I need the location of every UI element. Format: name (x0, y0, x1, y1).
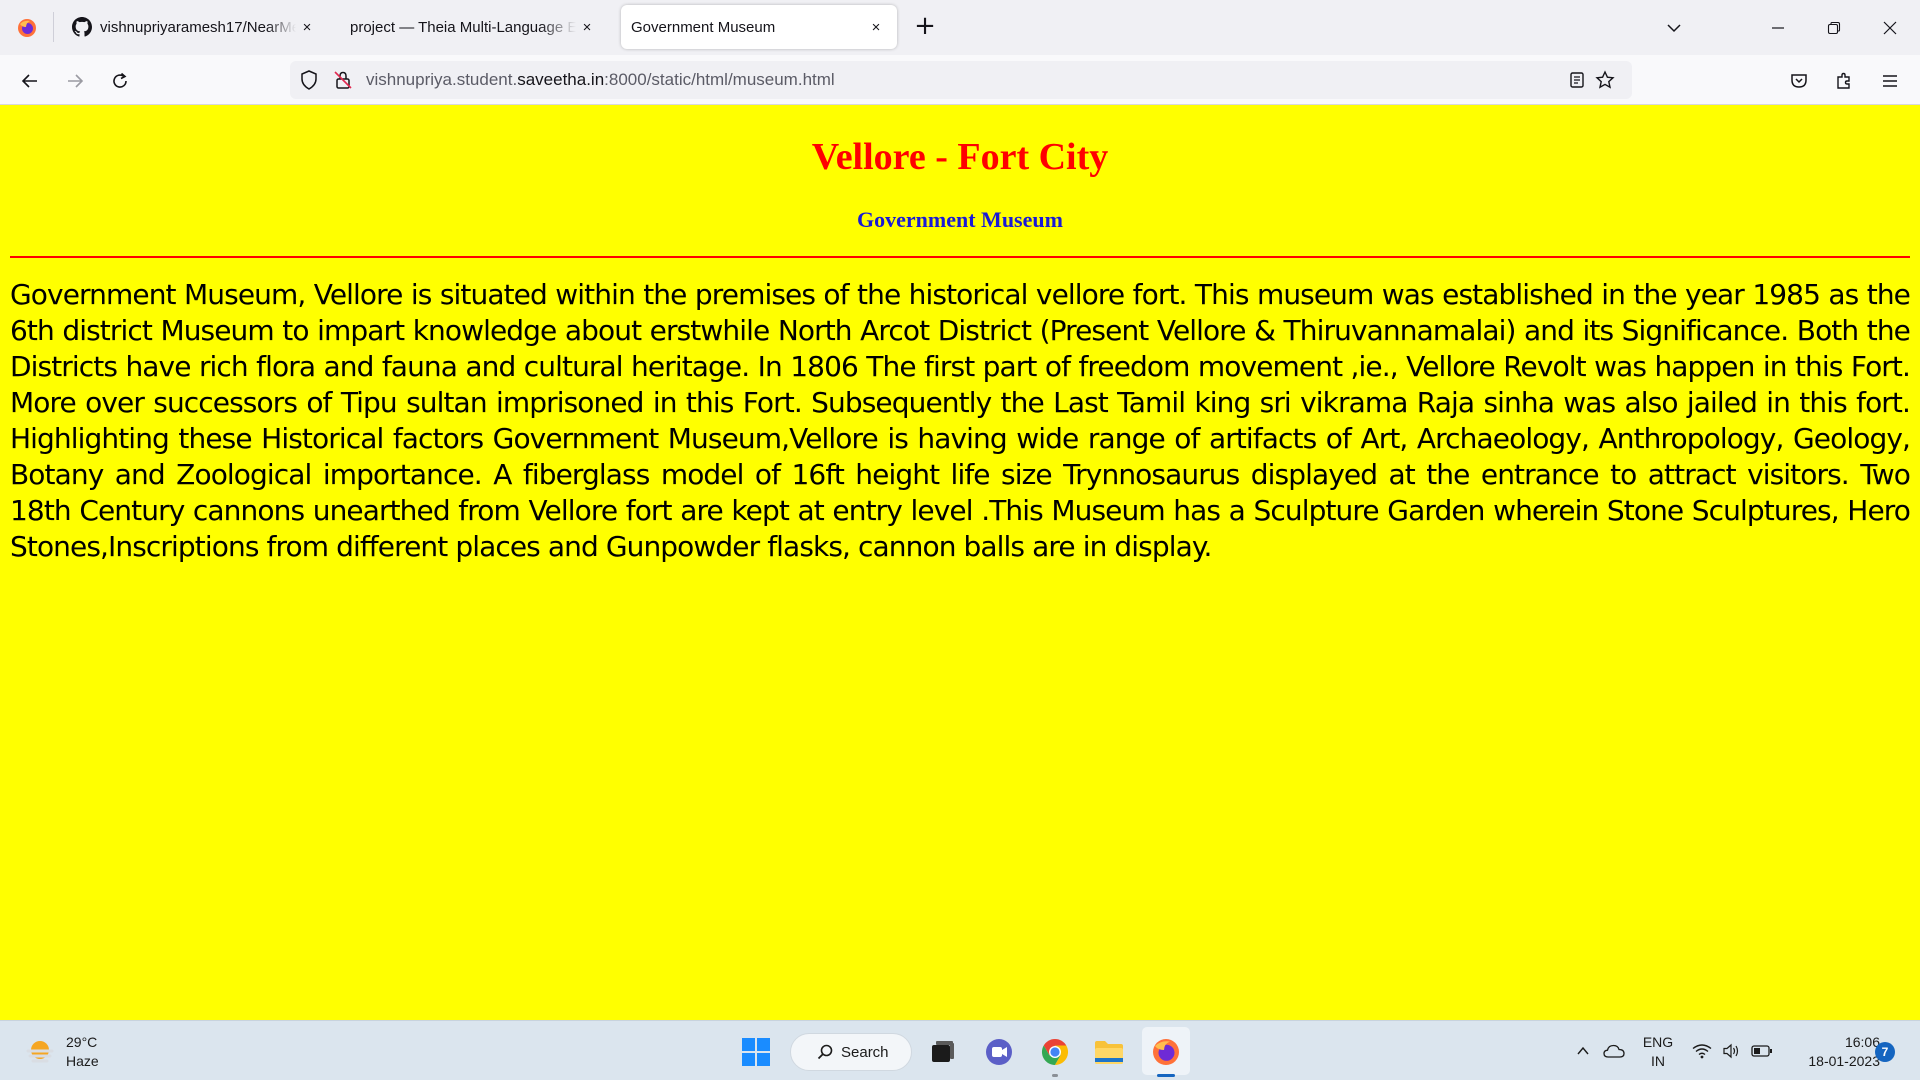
wifi-icon (1692, 1044, 1712, 1059)
horizontal-rule (10, 256, 1910, 258)
folder-icon (1095, 1041, 1123, 1064)
language-code: ENG (1642, 1034, 1674, 1050)
tab-title: vishnupriyaramesh17/NearMe (100, 18, 296, 36)
url-domain: saveetha.in (517, 70, 605, 89)
weather-temperature: 29°C (66, 1034, 98, 1050)
minimize-button[interactable] (1750, 0, 1806, 55)
start-button[interactable] (736, 1032, 776, 1072)
url-prefix: vishnupriya.student. (366, 70, 518, 89)
tracking-protection-shield-icon[interactable] (298, 69, 320, 91)
pocket-button[interactable] (1783, 65, 1815, 97)
onedrive-button[interactable] (1600, 1021, 1628, 1080)
region-code: IN (1651, 1053, 1665, 1069)
restore-button[interactable] (1806, 0, 1862, 55)
hamburger-menu-icon (1883, 75, 1897, 87)
taskbar-search-box[interactable]: Search (790, 1033, 912, 1071)
firefox-active-indicator (1157, 1074, 1175, 1077)
clock-date: 18-01-2023 (1808, 1053, 1880, 1069)
insecure-lock-icon[interactable] (332, 69, 354, 91)
task-view-button[interactable] (922, 1032, 962, 1072)
taskbar-clock[interactable]: 16:06 18-01-2023 (1780, 1033, 1880, 1071)
close-icon (1883, 21, 1897, 34)
forward-button[interactable] (59, 65, 91, 97)
firefox-view-button[interactable] (0, 0, 53, 55)
cloud-icon (1603, 1044, 1625, 1058)
reload-icon (113, 72, 127, 88)
reload-button[interactable] (104, 65, 136, 97)
museum-description: Government Museum, Vellore is situated w… (10, 278, 1911, 563)
task-view-icon (932, 1041, 954, 1062)
volume-button[interactable] (1718, 1021, 1744, 1080)
github-icon (72, 17, 92, 37)
haze-weather-icon (26, 1041, 54, 1063)
tab-theia-project[interactable]: project — Theia Multi-Language Ex × (336, 5, 608, 49)
url-path: :8000/static/html/museum.html (604, 70, 835, 89)
input-language-indicator[interactable]: ENG IN (1638, 1033, 1678, 1071)
search-label: Search (841, 1043, 889, 1061)
app-menu-button[interactable] (1874, 65, 1906, 97)
battery-button[interactable] (1748, 1021, 1776, 1080)
back-arrow-icon (21, 74, 37, 88)
file-explorer-button[interactable] (1089, 1032, 1129, 1072)
teams-chat-button[interactable] (979, 1032, 1019, 1072)
navigation-toolbar: vishnupriya.student.saveetha.in:8000/sta… (0, 55, 1920, 105)
search-icon (817, 1044, 833, 1060)
tab-strip: vishnupriyaramesh17/NearMe × project — T… (0, 0, 1920, 55)
pocket-icon (1791, 74, 1807, 88)
windows-logo-icon (742, 1038, 770, 1066)
battery-icon (1751, 1045, 1772, 1057)
web-page: Vellore - Fort City Government Museum Go… (0, 105, 1920, 1020)
tab-title: Government Museum (631, 18, 776, 36)
firefox-icon (17, 18, 36, 37)
address-bar[interactable]: vishnupriya.student.saveetha.in:8000/sta… (290, 61, 1632, 99)
close-tab-icon[interactable]: × (865, 19, 887, 36)
firefox-icon (1153, 1039, 1179, 1065)
chrome-taskbar-button[interactable] (1035, 1032, 1075, 1072)
close-tab-icon[interactable]: × (296, 19, 318, 36)
chrome-icon (1041, 1038, 1069, 1066)
bookmark-star-icon[interactable] (1594, 69, 1616, 91)
page-subtitle: Government Museum (857, 207, 1063, 232)
firefox-taskbar-button[interactable] (1146, 1032, 1186, 1072)
close-tab-icon[interactable]: × (576, 19, 598, 36)
chevron-up-icon (1577, 1046, 1589, 1055)
tab-separator (53, 12, 54, 42)
show-hidden-icons-button[interactable] (1572, 1021, 1594, 1080)
weather-condition: Haze (66, 1053, 99, 1069)
chrome-running-indicator (1052, 1074, 1058, 1077)
speaker-icon (1723, 1043, 1739, 1059)
tab-github[interactable]: vishnupriyaramesh17/NearMe × (58, 5, 328, 49)
extensions-button[interactable] (1828, 65, 1860, 97)
page-title: Vellore - Fort City (811, 136, 1109, 178)
reader-view-icon[interactable] (1566, 69, 1588, 91)
minimize-icon (1772, 26, 1784, 29)
tab-title: project — Theia Multi-Language Ex (350, 18, 576, 36)
url-text[interactable]: vishnupriya.student.saveetha.in:8000/sta… (366, 61, 835, 99)
close-window-button[interactable] (1862, 0, 1918, 55)
list-all-tabs-button[interactable] (1660, 14, 1688, 42)
weather-widget[interactable]: 29°C Haze (24, 1033, 99, 1071)
video-chat-icon (986, 1039, 1012, 1065)
tab-government-museum[interactable]: Government Museum × (621, 5, 897, 49)
forward-arrow-icon (68, 74, 84, 88)
restore-icon (1827, 21, 1841, 34)
clock-time: 16:06 (1844, 1034, 1880, 1050)
notification-count-badge[interactable]: 7 (1875, 1042, 1895, 1062)
chevron-down-icon (1667, 24, 1681, 33)
new-tab-button[interactable]: + (912, 13, 938, 41)
network-button[interactable] (1688, 1021, 1716, 1080)
back-button[interactable] (14, 65, 46, 97)
puzzle-icon (1837, 72, 1850, 89)
windows-taskbar: 29°C Haze Search ENG IN 16:06 18-01-2023… (0, 1020, 1920, 1080)
